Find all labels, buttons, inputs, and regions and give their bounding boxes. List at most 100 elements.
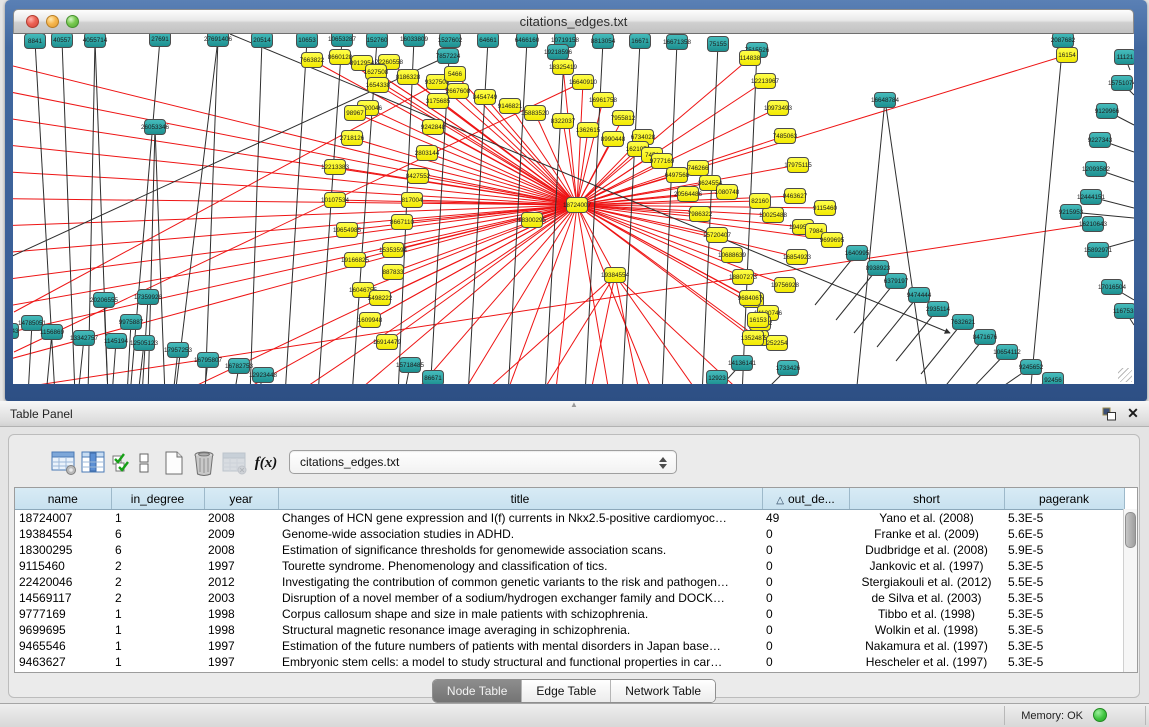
table-row[interactable]: 946362711997Embryonic stem cells: a mode… <box>15 654 1124 670</box>
graph-node[interactable]: 1733426 <box>776 361 801 376</box>
graph-node[interactable]: 16914479 <box>373 335 402 350</box>
graph-node[interactable]: 15892971 <box>1084 243 1113 258</box>
graph-node[interactable]: 114838 <box>740 51 761 66</box>
graph-node[interactable]: 13342757 <box>70 331 99 346</box>
graph-node[interactable]: 9699695 <box>820 233 845 248</box>
graph-node[interactable]: 12213383 <box>321 160 350 175</box>
graph-node[interactable]: 7857224 <box>436 49 461 64</box>
graph-node[interactable]: 6379197 <box>884 274 909 289</box>
graph-node[interactable]: 10025488 <box>759 208 788 223</box>
graph-node[interactable]: 2718126 <box>340 131 365 146</box>
graph-node[interactable]: 16795807 <box>194 353 223 368</box>
graph-node[interactable]: 15720407 <box>703 228 732 243</box>
float-panel-icon[interactable] <box>1102 407 1117 421</box>
graph-node[interactable]: 19756928 <box>771 278 800 293</box>
graph-node[interactable]: 1609948 <box>358 313 383 328</box>
graph-node[interactable]: 16961758 <box>589 93 618 108</box>
table-row[interactable]: 1938455462009Genome-wide association stu… <box>15 526 1124 542</box>
table-scrollbar[interactable] <box>1123 509 1137 672</box>
graph-node[interactable]: 9242848 <box>421 120 446 135</box>
graph-node[interactable]: 5466 <box>445 67 466 82</box>
column-header-title[interactable]: title <box>278 488 762 510</box>
graph-node[interactable]: 9227343 <box>1088 133 1113 148</box>
graph-node[interactable]: 27691 <box>150 34 171 47</box>
memory-ok-indicator-icon[interactable] <box>1093 708 1107 722</box>
graph-node[interactable]: 8471676 <box>973 330 998 345</box>
graph-node[interactable]: 887833 <box>382 265 404 280</box>
graph-node[interactable]: 16153 <box>748 313 769 328</box>
graph-node[interactable]: 75155 <box>708 37 729 52</box>
graph-node[interactable]: 1080748 <box>715 185 740 200</box>
graph-node[interactable]: 8186328 <box>396 70 421 85</box>
graph-node[interactable]: 92456 <box>1043 373 1064 385</box>
column-header-short[interactable]: short <box>849 488 1004 510</box>
graph-node[interactable]: 20514 <box>252 34 273 48</box>
window-resize-grip[interactable] <box>1118 368 1132 382</box>
function-builder-button[interactable]: f(x) <box>251 448 281 478</box>
panel-divider-grip[interactable]: ▲ <box>570 402 580 408</box>
graph-node[interactable]: 10653 <box>297 34 318 48</box>
graph-node[interactable]: 9245652 <box>1019 360 1044 375</box>
tab-network-table[interactable]: Network Table <box>611 680 715 702</box>
graph-node[interactable]: 10107534 <box>321 193 350 208</box>
table-row[interactable]: 1830029562008Estimation of significance … <box>15 542 1124 558</box>
graph-node[interactable]: 9146821 <box>498 99 523 114</box>
graph-node[interactable]: 2803144 <box>415 146 440 161</box>
graph-node[interactable]: 9115460 <box>813 201 838 216</box>
graph-node[interactable]: 10973493 <box>764 101 793 116</box>
graph-node[interactable]: 1352487 <box>741 331 766 346</box>
graph-node[interactable]: 15883520 <box>521 106 550 121</box>
table-row[interactable]: 1456911722003Disruption of a novel membe… <box>15 590 1124 606</box>
graph-node[interactable]: 10653287 <box>328 34 357 47</box>
graph-node[interactable]: 11121 <box>1115 50 1135 65</box>
graph-node[interactable]: 86671 <box>423 371 444 385</box>
graph-node[interactable]: 12444151 <box>1077 190 1106 205</box>
graph-node[interactable]: 152760 <box>366 34 388 48</box>
graph-node[interactable]: 7986322 <box>688 207 713 222</box>
table-row[interactable]: 2242004622012Investigating the contribut… <box>15 574 1124 590</box>
scrollbar-thumb[interactable] <box>1125 512 1136 548</box>
graph-node[interactable]: 2935114 <box>926 302 951 317</box>
graph-node[interactable]: 1640995 <box>845 246 870 261</box>
column-header-name[interactable]: name <box>15 488 111 510</box>
graph-node[interactable]: 9684067 <box>738 291 763 306</box>
table-row[interactable]: 969969511998Structural magnetic resonanc… <box>15 622 1124 638</box>
close-panel-icon[interactable]: ✕ <box>1125 405 1141 421</box>
graph-node[interactable]: 4055714 <box>83 34 108 48</box>
table-settings-button[interactable] <box>49 448 79 478</box>
graph-node[interactable]: 7663822 <box>300 53 325 68</box>
graph-node[interactable]: 8322037 <box>551 114 576 129</box>
graph-node[interactable]: 27691406 <box>204 34 233 47</box>
graph-node[interactable]: 20564486 <box>674 187 703 202</box>
graph-node[interactable]: 12923448 <box>249 368 278 383</box>
graph-node[interactable]: 1654338 <box>366 78 391 93</box>
graph-node[interactable]: 1362615 <box>576 123 601 138</box>
graph-node[interactable]: 18325419 <box>549 60 578 75</box>
graph-node[interactable]: 16671 <box>630 34 651 49</box>
graph-node[interactable]: 9777169 <box>650 154 675 169</box>
graph-node[interactable]: 12213967 <box>751 74 780 89</box>
graph-node[interactable]: 12923 <box>707 371 728 385</box>
graph-node[interactable]: 8990448 <box>601 132 626 147</box>
graph-node[interactable]: 8813054 <box>591 34 616 49</box>
graph-node[interactable]: 15353594 <box>379 243 408 258</box>
graph-node[interactable]: 40557 <box>52 34 73 48</box>
graph-node[interactable]: 9215953 <box>1059 205 1084 220</box>
graph-node[interactable]: 18300295 <box>518 213 547 228</box>
graph-node[interactable]: 252254 <box>766 336 788 351</box>
graph-node[interactable]: 15718485 <box>396 358 425 373</box>
node-table[interactable]: namein_degreeyeartitle△out_de...shortpag… <box>14 487 1138 673</box>
delete-table-button[interactable] <box>189 448 219 478</box>
graph-node[interactable]: 10654112 <box>993 345 1021 360</box>
table-row[interactable]: 946554611997Estimation of the future num… <box>15 638 1124 654</box>
graph-node[interactable]: 16648784 <box>871 93 900 108</box>
graph-node[interactable]: 5498222 <box>368 291 393 306</box>
tab-node-table[interactable]: Node Table <box>433 680 523 702</box>
graph-node[interactable]: 8427552 <box>406 169 431 184</box>
graph-node[interactable]: 98967 <box>345 106 366 121</box>
graph-node[interactable]: 19166825 <box>341 253 370 268</box>
graph-node[interactable]: 1527602 <box>438 34 463 48</box>
graph-node[interactable]: 17359928 <box>134 290 163 305</box>
graph-node[interactable]: 1167533 <box>1113 304 1134 319</box>
graph-node[interactable]: 1156869 <box>40 325 65 340</box>
